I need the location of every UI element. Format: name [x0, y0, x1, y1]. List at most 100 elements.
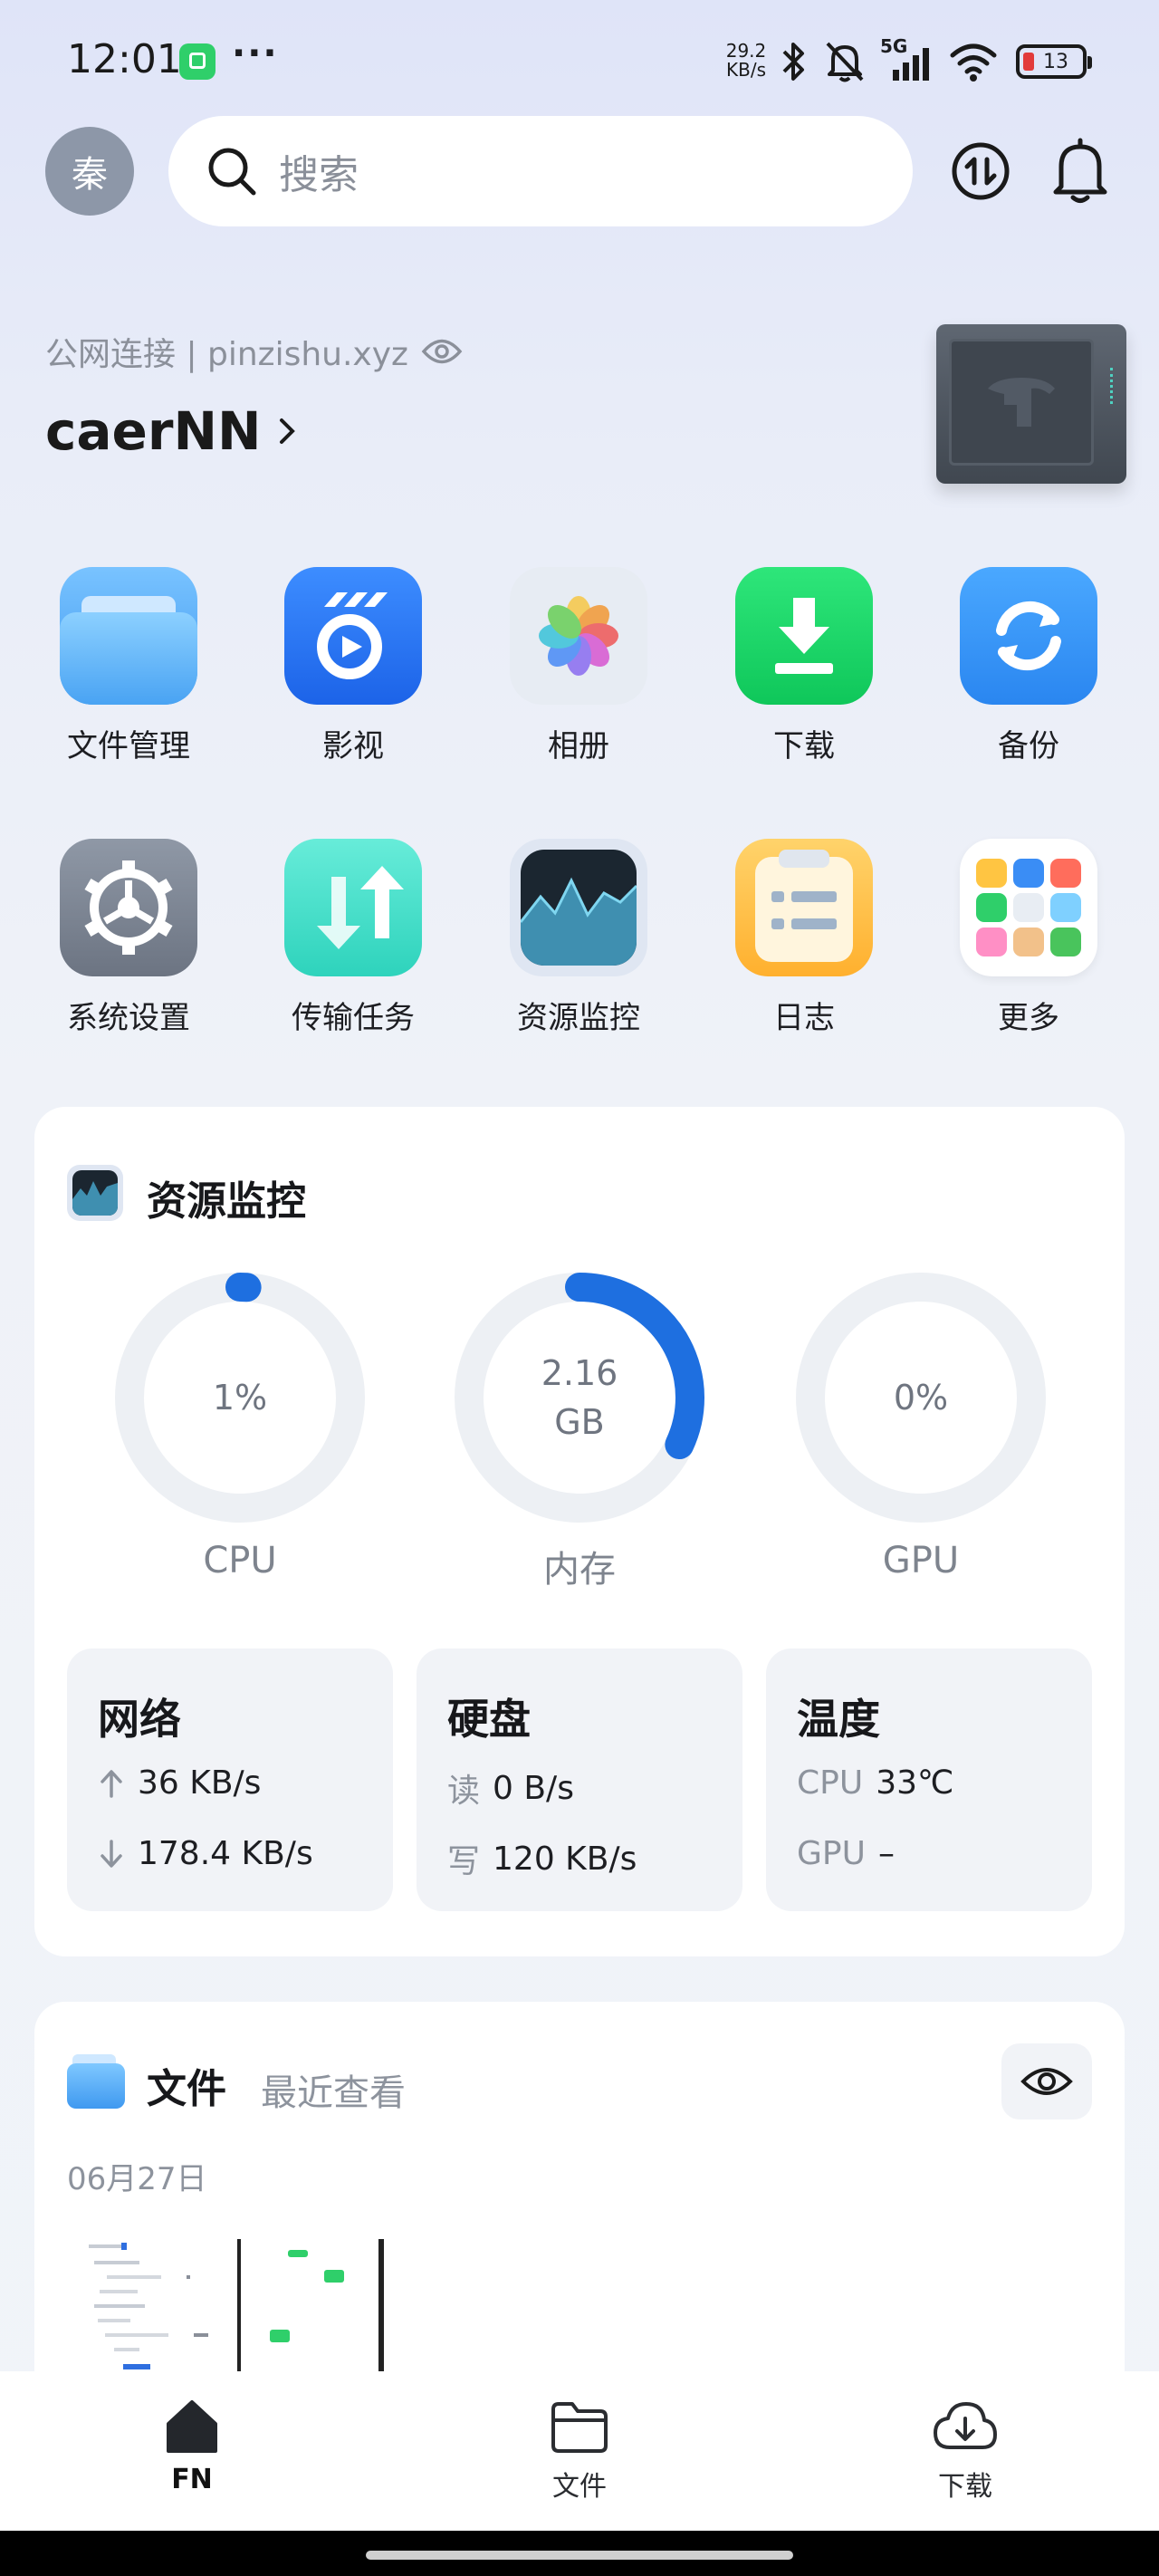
- transfer-icon[interactable]: [951, 141, 1011, 201]
- gauge-value-line2: GB: [554, 1402, 605, 1442]
- connection-info: 公网连接 | pinzishu.xyz: [45, 328, 463, 375]
- nav-label: 文件: [552, 2471, 607, 2503]
- bottom-navigation: FN 文件 下载: [0, 2371, 1159, 2531]
- folder-icon: [60, 567, 197, 705]
- video-glyph-icon: [317, 592, 388, 679]
- avatar[interactable]: 秦: [45, 127, 134, 216]
- gauge-value-line1: 0%: [893, 1378, 949, 1418]
- cloud-download-icon: [934, 2402, 997, 2449]
- eye-icon: [1020, 2068, 1073, 2095]
- app-label: 传输任务: [292, 1000, 415, 1036]
- app-photos[interactable]: 相册: [497, 567, 660, 765]
- upload-speed: 36 KB/s: [138, 1764, 262, 1802]
- more-apps-icon: [960, 839, 1097, 976]
- disk-write-value: 120 KB/s: [493, 1840, 637, 1878]
- notification-bell-icon[interactable]: [1049, 138, 1112, 205]
- app-file-manager[interactable]: 文件管理: [47, 567, 210, 765]
- app-label: 日志: [773, 1000, 835, 1036]
- gear-glyph-icon: [84, 860, 173, 955]
- disk-read-row: 读 0 B/s: [447, 1764, 574, 1812]
- recent-date: 06月27日: [67, 2161, 207, 2197]
- cpu-gauge-value: 1%: [113, 1271, 367, 1524]
- app-resource-monitor[interactable]: 资源监控: [497, 839, 660, 1037]
- search-placeholder: 搜索: [279, 152, 359, 198]
- network-speed: 29.2 KB/s: [721, 42, 771, 80]
- network-speed-value: 29.2: [725, 40, 767, 62]
- app-label: 下载: [773, 728, 835, 764]
- transfer-tasks-icon: [284, 839, 422, 976]
- silent-bell-icon: [826, 42, 864, 82]
- app-log[interactable]: 日志: [723, 839, 886, 1037]
- cpu-temp-key: CPU: [797, 1764, 864, 1802]
- home-icon: [167, 2400, 217, 2453]
- document-thumbnail-icon: [81, 2239, 234, 2371]
- transfer-arrows-icon: [317, 866, 404, 949]
- files-title: 文件: [147, 2066, 226, 2112]
- device-selector[interactable]: caerNN: [45, 400, 298, 462]
- cpu-gauge-label: CPU: [203, 1540, 277, 1581]
- backup-glyph-icon: [996, 601, 1061, 671]
- search-bar[interactable]: 搜索: [168, 116, 913, 226]
- cellular-signal: 5G: [880, 35, 936, 84]
- eye-icon[interactable]: [421, 336, 463, 367]
- app-label: 资源监控: [517, 1000, 640, 1036]
- mi-home-notification-icon: [179, 43, 216, 80]
- network-stat-box: 网络 36 KB/s 178.4 KB/s: [67, 1648, 393, 1911]
- nav-item-fn[interactable]: FN: [101, 2398, 283, 2495]
- folder-outline-icon: [551, 2402, 608, 2453]
- arrow-down-icon: [101, 1839, 122, 1868]
- app-more[interactable]: 更多: [947, 839, 1110, 1037]
- disk-read-key: 读: [447, 1773, 481, 1810]
- disk-read-value: 0 B/s: [493, 1769, 574, 1807]
- gpu-temp-row: GPU –: [797, 1835, 895, 1872]
- app-label: 备份: [998, 728, 1059, 764]
- disk-stat-box: 硬盘 读 0 B/s 写 120 KB/s: [417, 1648, 742, 1911]
- temperature-stat-box: 温度 CPU 33℃ GPU –: [766, 1648, 1092, 1911]
- app-backup[interactable]: 备份: [947, 567, 1110, 765]
- resource-monitor-icon: [510, 839, 647, 976]
- download-speed: 178.4 KB/s: [138, 1835, 313, 1872]
- nav-item-files[interactable]: 文件: [489, 2398, 670, 2504]
- bluetooth-icon: [782, 43, 804, 81]
- settings-gear-icon: [60, 839, 197, 976]
- battery-indicator: 13: [1016, 44, 1092, 79]
- connection-text: 公网连接 | pinzishu.xyz: [45, 336, 408, 373]
- memory-gauge-label: 内存: [543, 1549, 616, 1591]
- gauge-value-line1: 1%: [212, 1378, 268, 1418]
- wifi-icon: [950, 43, 997, 82]
- log-icon: [735, 839, 873, 976]
- chevron-right-icon: [279, 418, 295, 444]
- files-subtitle[interactable]: 最近查看: [261, 2063, 406, 2116]
- video-icon: [284, 567, 422, 705]
- network-stat-title: 网络: [98, 1695, 181, 1744]
- nav-label: 下载: [938, 2471, 992, 2503]
- recent-file-thumbnail[interactable]: [81, 2239, 234, 2371]
- resource-monitor-card-icon: [67, 1165, 123, 1221]
- app-video[interactable]: 影视: [272, 567, 435, 765]
- gesture-area: [0, 2531, 1159, 2576]
- app-download[interactable]: 下载: [723, 567, 886, 765]
- nav-item-downloads[interactable]: 下载: [875, 2398, 1056, 2504]
- app-label: 更多: [998, 1000, 1059, 1036]
- disk-stat-title: 硬盘: [447, 1695, 531, 1744]
- signal-bars-icon: [893, 48, 929, 81]
- visibility-toggle-button[interactable]: [1001, 2043, 1092, 2119]
- more-notifications-icon: ···: [232, 33, 279, 74]
- app-transfer-tasks[interactable]: 传输任务: [272, 839, 435, 1037]
- resource-monitor-title: 资源监控: [147, 1178, 306, 1225]
- battery-level: 13: [1043, 50, 1068, 73]
- nav-label: FN: [171, 2464, 213, 2495]
- home-gesture-bar[interactable]: [366, 2551, 793, 2560]
- recent-file-thumbnail[interactable]: [237, 2239, 389, 2371]
- app-label: 影视: [322, 728, 384, 764]
- download-row: 178.4 KB/s: [98, 1835, 313, 1872]
- memory-gauge-value: 2.16 GB: [453, 1271, 706, 1524]
- app-label: 相册: [548, 728, 609, 764]
- download-icon: [735, 567, 873, 705]
- status-icons: 5G 13: [779, 35, 1092, 87]
- nas-logo-icon: [988, 378, 1055, 427]
- photos-glyph-icon: [539, 596, 618, 676]
- app-label: 文件管理: [67, 728, 190, 764]
- status-bar: 12:01 ··· 29.2 KB/s 5G 13: [0, 0, 1159, 118]
- app-system-settings[interactable]: 系统设置: [47, 839, 210, 1037]
